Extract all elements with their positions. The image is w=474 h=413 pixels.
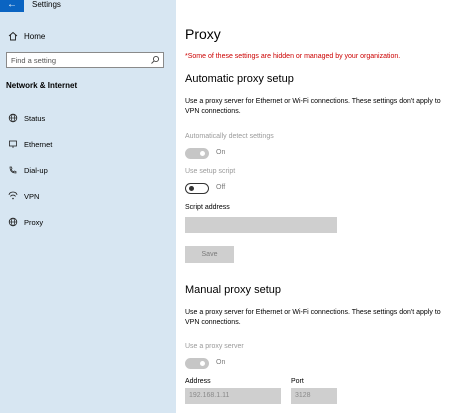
- proxy-port-label: Port: [291, 378, 304, 385]
- script-address-label: Script address: [185, 204, 230, 211]
- search-input[interactable]: Find a setting: [6, 52, 164, 68]
- detect-settings-toggle[interactable]: [185, 148, 209, 159]
- vpn-icon: [8, 191, 18, 200]
- nav-home-label: Home: [24, 31, 46, 41]
- use-proxy-state: On: [216, 359, 226, 366]
- setup-script-toggle[interactable]: [185, 183, 209, 194]
- toggle-knob: [189, 186, 194, 191]
- sidebar-item-status[interactable]: Status: [8, 112, 45, 124]
- nav-home[interactable]: Home: [8, 30, 45, 42]
- ethernet-icon: [9, 140, 17, 148]
- back-button[interactable]: ←: [0, 0, 24, 12]
- back-arrow-icon: ←: [7, 0, 17, 10]
- page-title: Proxy: [185, 26, 221, 42]
- globe-icon: [8, 217, 18, 227]
- policy-warning: *Some of these settings are hidden or ma…: [185, 53, 401, 60]
- setup-script-label: Use setup script: [185, 168, 236, 175]
- use-proxy-label: Use a proxy server: [185, 343, 244, 350]
- proxy-address-input[interactable]: 192.168.1.11: [185, 388, 281, 404]
- sidebar-item-dial-up[interactable]: Dial-up: [8, 164, 48, 176]
- home-icon: [8, 31, 18, 41]
- sidebar-item-label: Proxy: [24, 217, 44, 227]
- sidebar-item-label: Dial-up: [24, 165, 48, 175]
- detect-settings-label: Automatically detect settings: [185, 133, 274, 140]
- use-proxy-toggle[interactable]: [185, 358, 209, 369]
- script-address-input[interactable]: [185, 217, 337, 233]
- sidebar-item-ethernet[interactable]: Ethernet: [8, 138, 52, 150]
- toggle-knob: [200, 361, 205, 366]
- main-content: Proxy *Some of these settings are hidden…: [185, 0, 474, 413]
- globe-icon: [8, 113, 18, 123]
- search-placeholder: Find a setting: [11, 56, 57, 65]
- sidebar: ← Settings Home Find a setting Network &…: [0, 0, 176, 413]
- window-title: Settings: [32, 0, 61, 9]
- sidebar-item-vpn[interactable]: VPN: [8, 190, 39, 202]
- search-icon: [151, 55, 160, 64]
- proxy-port-input[interactable]: 3128: [291, 388, 337, 404]
- auto-setup-heading: Automatic proxy setup: [185, 73, 294, 85]
- sidebar-item-label: Status: [24, 113, 46, 123]
- toggle-knob: [200, 151, 205, 156]
- phone-icon: [9, 166, 17, 174]
- sidebar-item-proxy[interactable]: Proxy: [8, 216, 43, 228]
- sidebar-item-label: VPN: [24, 191, 40, 201]
- manual-setup-description: Use a proxy server for Ethernet or Wi-Fi…: [185, 309, 441, 326]
- title-bar: ← Settings: [0, 0, 176, 12]
- detect-settings-state: On: [216, 149, 226, 156]
- section-title: Network & Internet: [6, 81, 78, 90]
- sidebar-item-label: Ethernet: [24, 139, 53, 149]
- manual-setup-heading: Manual proxy setup: [185, 284, 281, 296]
- setup-script-state: Off: [216, 184, 226, 191]
- save-button[interactable]: Save: [185, 246, 234, 263]
- auto-setup-description: Use a proxy server for Ethernet or Wi-Fi…: [185, 98, 441, 115]
- proxy-address-label: Address: [185, 378, 211, 385]
